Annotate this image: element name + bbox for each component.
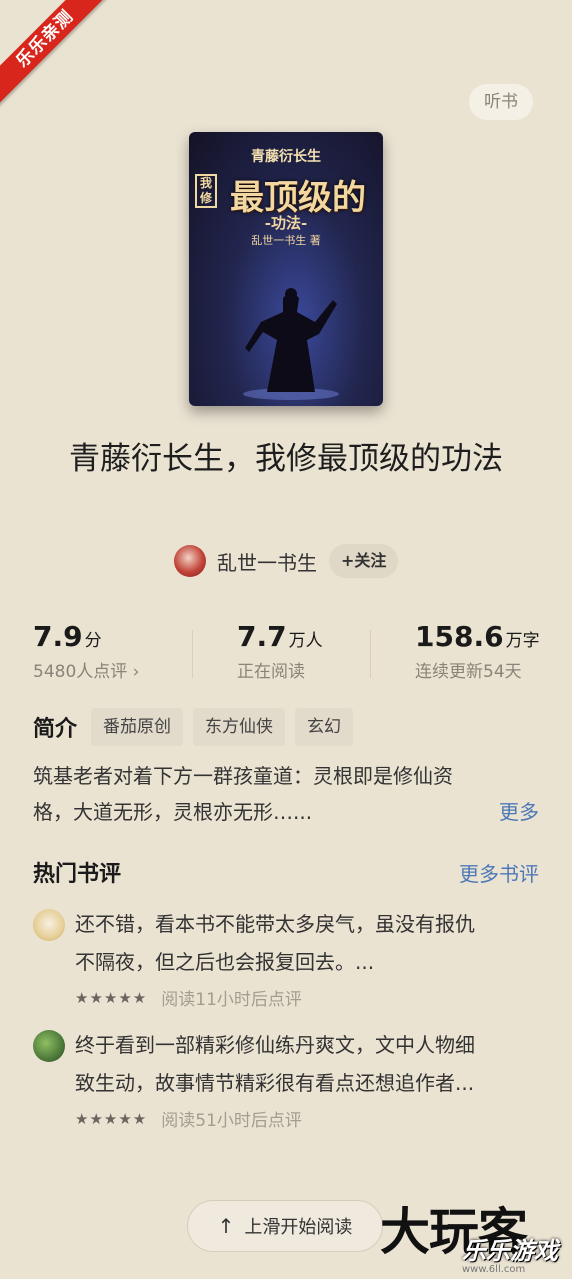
cover-figure-illustration [243,288,339,400]
readers-unit: 万人 [288,631,323,651]
author-row: 乱世一书生 +关注 [174,544,399,578]
tag-chip[interactable]: 番茄原创 [91,708,184,746]
ribbon-text: 乐乐亲测 [0,0,110,109]
stat-score[interactable]: 7.9 分 5480人点评 › [33,620,139,682]
score-value: 7.9 [33,620,83,653]
cover-series-title: 青藤衍长生 [251,149,321,165]
intro-header: 简介 番茄原创 东方仙侠 玄幻 [33,708,363,746]
words-value: 158.6 [415,620,504,653]
cover-author: 乱世一书生 著 [251,234,321,247]
cover-subtitle: -功法- [264,214,308,232]
readers-value: 7.7 [237,620,287,653]
book-title: 青藤衍长生，我修最顶级的功法 [69,441,503,477]
intro-more-link[interactable]: 更多 [499,794,539,830]
review-line: 还不错，看本书不能带太多戾气，虽没有报仇 [75,912,475,936]
review-text: 终于看到一部精彩修仙练丹爽文，文中人物细 致生动，故事情节精彩很有看点还想追作者… [75,1026,543,1102]
stats-bar: 7.9 分 5480人点评 › 7.7 万人 正在阅读 158.6 万字 连续更新54… [0,620,572,686]
corner-ribbon: 乐乐亲测 [0,0,110,110]
review-line: 终于看到一部精彩修仙练丹爽文，文中人物细 [75,1033,475,1057]
review-line: 不隔夜，但之后也会报复回去。... [75,950,375,974]
stat-words: 158.6 万字 连续更新54天 [415,620,540,682]
review-item[interactable]: 还不错，看本书不能带太多戾气，虽没有报仇 不隔夜，但之后也会报复回去。... ★… [33,905,543,1011]
reviewer-avatar[interactable] [33,1030,65,1062]
more-reviews-link[interactable]: 更多书评 [459,858,539,887]
reviewer-avatar[interactable] [33,909,65,941]
readers-label: 正在阅读 [237,662,305,682]
review-time: 阅读11小时后点评 [161,990,302,1010]
intro-text[interactable]: 筑基老者对着下方一群孩童道：灵根即是修仙资 格，大道无形，灵根亦无形…... [33,758,543,830]
intro-line: 筑基老者对着下方一群孩童道：灵根即是修仙资 [33,764,453,788]
start-reading-label: 上滑开始阅读 [244,1217,353,1238]
tag-chip[interactable]: 玄幻 [295,708,354,746]
intro-label: 简介 [33,717,78,742]
score-count-link[interactable]: 5480人点评 › [33,657,139,682]
update-streak-label: 连续更新54天 [415,662,522,682]
start-reading-button[interactable]: ↑ 上滑开始阅读 [187,1200,383,1252]
review-time: 阅读51小时后点评 [161,1111,302,1131]
review-text: 还不错，看本书不能带太多戾气，虽没有报仇 不隔夜，但之后也会报复回去。... [75,905,543,981]
reviews-heading: 热门书评 [33,862,122,887]
cover-wo-xiu: 我修 [195,174,217,208]
review-line: 致生动，故事情节精彩很有看点还想追作者... [75,1071,475,1095]
review-meta: ★★★★★ 阅读51小时后点评 [75,1106,302,1132]
author-name[interactable]: 乱世一书生 [217,547,317,576]
stat-readers: 7.7 万人 正在阅读 [237,620,323,682]
stats-divider [370,630,371,678]
author-avatar[interactable] [174,545,206,577]
book-cover[interactable]: 青藤衍长生 我修 最顶级的 -功法- 乱世一书生 著 [189,132,383,406]
watermark-overlay: 乐乐游戏 [462,1237,558,1265]
intro-line: 格，大道无形，灵根亦无形…... [33,800,313,824]
rating-stars: ★★★★★ [75,1109,148,1128]
score-unit: 分 [84,631,102,651]
arrow-up-icon: ↑ [217,1214,235,1238]
tag-chip[interactable]: 东方仙侠 [193,708,286,746]
review-meta: ★★★★★ 阅读11小时后点评 [75,985,302,1011]
follow-button[interactable]: +关注 [329,544,399,578]
review-item[interactable]: 终于看到一部精彩修仙练丹爽文，文中人物细 致生动，故事情节精彩很有看点还想追作者… [33,1026,543,1132]
listen-button[interactable]: 听书 [469,84,533,120]
stats-divider [192,630,193,678]
watermark-url: www.6ll.com [462,1264,526,1275]
words-unit: 万字 [505,631,540,651]
rating-stars: ★★★★★ [75,988,148,1007]
